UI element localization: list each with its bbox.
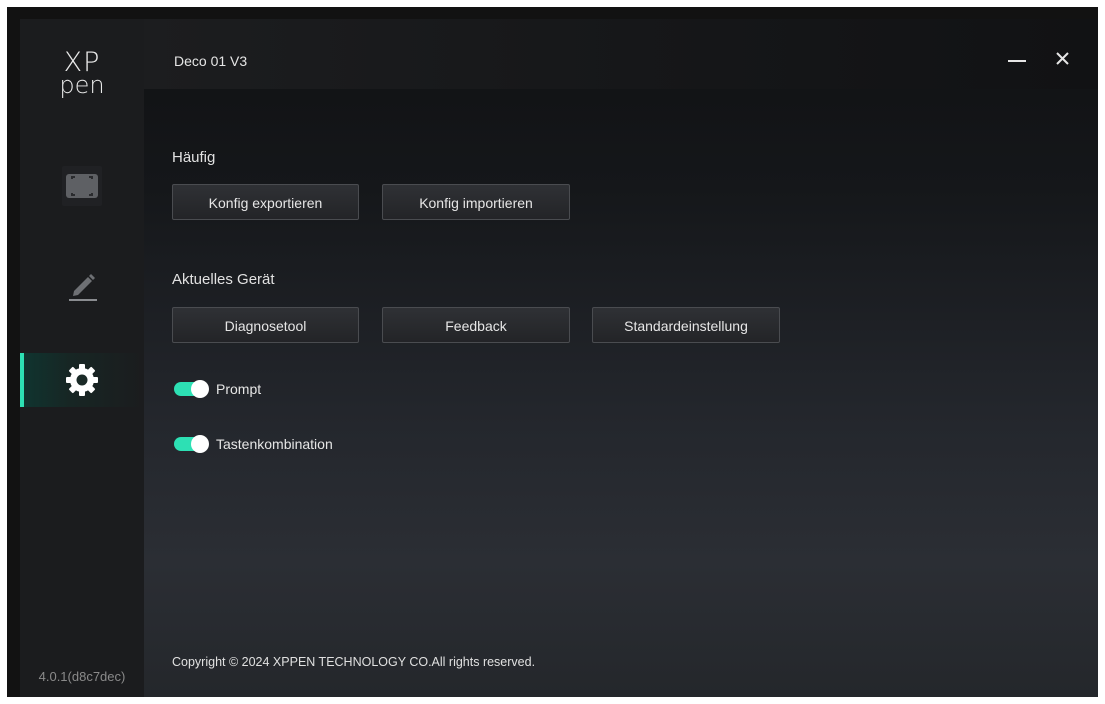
logo-pen-text: pen (59, 71, 105, 99)
work-area-icon (62, 166, 102, 206)
sidebar-item-pen[interactable] (20, 257, 144, 311)
version-label: 4.0.1(d8c7dec) (38, 669, 126, 684)
close-icon (1056, 52, 1069, 65)
feedback-button[interactable]: Feedback (382, 307, 570, 343)
default-settings-button[interactable]: Standardeinstellung (592, 307, 780, 343)
sidebar-item-work-area[interactable] (20, 159, 144, 213)
prompt-toggle-row[interactable]: Prompt (174, 379, 261, 399)
sidebar-item-settings[interactable] (20, 353, 144, 407)
toggle-knob (191, 380, 209, 398)
section-label-current-device: Aktuelles Gerät (172, 271, 275, 288)
prompt-toggle[interactable] (174, 380, 209, 398)
title-bar: Deco 01 V3 (144, 19, 1098, 89)
copyright-text: Copyright © 2024 XPPEN TECHNOLOGY CO.All… (172, 655, 536, 669)
diagnose-tool-button[interactable]: Diagnosetool (172, 307, 359, 343)
shortcut-toggle-row[interactable]: Tastenkombination (174, 434, 333, 454)
sidebar: XP pen 4.0.1(d8c7dec) (20, 19, 144, 697)
section-label-frequent: Häufig (172, 149, 216, 166)
import-config-button[interactable]: Konfig importieren (382, 184, 570, 220)
device-title: Deco 01 V3 (174, 53, 248, 69)
app-window: XP pen 4.0.1(d8c7dec) Deco 01 V3 Häufig … (7, 7, 1098, 697)
minimize-icon (1008, 60, 1026, 62)
pen-icon (69, 274, 97, 301)
shortcut-toggle[interactable] (174, 435, 209, 453)
export-config-button[interactable]: Konfig exportieren (172, 184, 359, 220)
minimize-button[interactable] (1002, 43, 1032, 73)
close-button[interactable] (1048, 43, 1078, 73)
prompt-toggle-label: Prompt (216, 381, 262, 397)
xppen-logo: XP pen (20, 49, 144, 97)
active-indicator (20, 353, 24, 407)
main-panel: Deco 01 V3 Häufig Konfig exportieren Kon… (144, 19, 1098, 697)
settings-gear-icon (66, 364, 98, 396)
toggle-knob (191, 435, 209, 453)
shortcut-toggle-label: Tastenkombination (216, 436, 333, 452)
